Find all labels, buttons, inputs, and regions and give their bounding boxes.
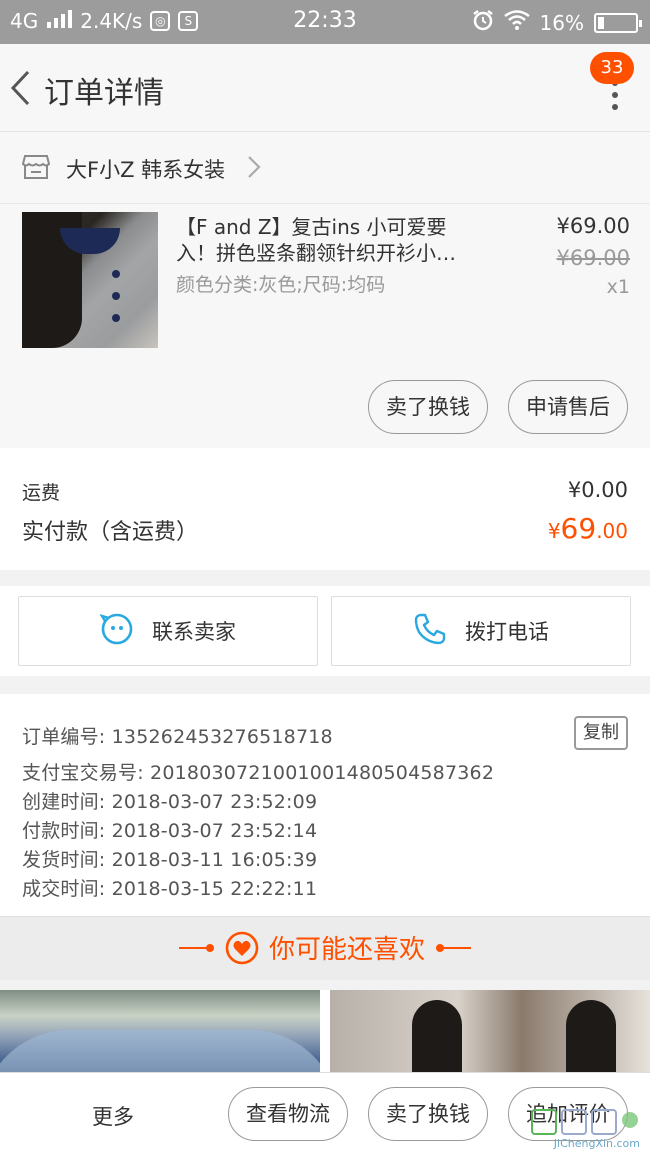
paid-label: 实付款（含运费） xyxy=(22,520,199,545)
shop-row[interactable]: 大F小Z 韩系女装 xyxy=(0,132,650,204)
paid-currency: ¥ xyxy=(547,519,561,543)
paid-decimal: .00 xyxy=(596,519,628,543)
wifi-icon xyxy=(503,10,530,35)
nav-header: 订单详情 33 xyxy=(0,44,650,132)
recommend-item-image[interactable] xyxy=(330,990,650,1076)
product-sku: 颜色分类:灰色;尺码:均码 xyxy=(176,274,386,296)
created-time: 创建时间: 2018-03-07 23:52:09 xyxy=(22,791,318,813)
chat-bubble-icon xyxy=(99,612,134,651)
product-original-price: ¥69.00 xyxy=(556,246,630,270)
order-number: 订单编号: 135262453276518718 xyxy=(22,726,333,748)
store-icon xyxy=(21,154,51,184)
phone-icon xyxy=(413,612,447,651)
product-quantity: x1 xyxy=(606,276,630,298)
product-thumbnail[interactable] xyxy=(22,212,158,348)
dot-icon xyxy=(612,104,618,110)
completed-time: 成交时间: 2018-03-15 22:22:11 xyxy=(22,878,318,900)
shipped-time: 发货时间: 2018-03-11 16:05:39 xyxy=(22,849,318,871)
recommend-header: 你可能还喜欢 xyxy=(0,916,650,980)
call-phone-button[interactable]: 拨打电话 xyxy=(331,596,631,666)
freight-label: 运费 xyxy=(22,482,61,504)
view-logistics-button[interactable]: 查看物流 xyxy=(228,1087,348,1141)
battery-percent: 16% xyxy=(539,10,584,35)
more-actions-link[interactable]: 更多 xyxy=(92,1101,134,1131)
product-price: ¥69.00 xyxy=(556,214,630,238)
watermark-text: JiChengXin.com xyxy=(553,1137,640,1150)
chevron-right-icon xyxy=(246,154,262,184)
recommend-grid xyxy=(0,990,650,1076)
paid-amount: ¥69.00 xyxy=(548,512,628,545)
cost-summary: 运费 ¥0.00 实付款（含运费） ¥69.00 xyxy=(0,448,650,570)
call-phone-label: 拨打电话 xyxy=(465,620,549,644)
arrow-left-icon xyxy=(436,943,471,952)
recommend-item-image[interactable] xyxy=(0,990,320,1076)
after-sale-button[interactable]: 申请售后 xyxy=(508,380,628,434)
contact-row: 联系卖家 拨打电话 xyxy=(0,586,650,676)
status-bar: 4G 2.4K/s ◎ S 22:33 16% xyxy=(0,0,650,44)
shop-name: 大F小Z 韩系女装 xyxy=(66,158,226,182)
alarm-icon xyxy=(472,9,494,36)
recommend-title: 你可能还喜欢 xyxy=(268,935,425,965)
contact-seller-button[interactable]: 联系卖家 xyxy=(18,596,318,666)
copy-button[interactable]: 复制 xyxy=(574,716,628,750)
dot-icon xyxy=(612,92,618,98)
site-watermark: JiChengXin.com xyxy=(526,1108,646,1152)
alipay-trade-number: 支付宝交易号: 2018030721001001480504587362 xyxy=(22,762,495,784)
order-info: 订单编号: 135262453276518718 支付宝交易号: 2018030… xyxy=(0,694,650,916)
heart-icon xyxy=(225,931,259,964)
message-count-badge: 33 xyxy=(590,52,634,84)
battery-icon xyxy=(594,12,642,33)
contact-seller-label: 联系卖家 xyxy=(152,620,236,644)
sell-button-bottom[interactable]: 卖了换钱 xyxy=(368,1087,488,1141)
product-name: 【F and Z】复古ins 小可爱要入！拼色竖条翻领针织开衫小… xyxy=(176,215,456,265)
chevron-left-icon xyxy=(10,70,30,106)
back-button[interactable] xyxy=(8,68,34,108)
arrow-right-icon xyxy=(178,943,214,952)
page-title: 订单详情 xyxy=(44,76,164,111)
more-menu-button[interactable] xyxy=(610,80,620,116)
watermark-logo-icon xyxy=(531,1109,638,1135)
paid-time: 付款时间: 2018-03-07 23:52:14 xyxy=(22,820,318,842)
sell-button[interactable]: 卖了换钱 xyxy=(368,380,488,434)
product-card[interactable]: 【F and Z】复古ins 小可爱要入！拼色竖条翻领针织开衫小… 颜色分类:灰… xyxy=(0,204,650,448)
freight-value: ¥0.00 xyxy=(567,478,628,502)
paid-integer: 69 xyxy=(560,512,597,545)
